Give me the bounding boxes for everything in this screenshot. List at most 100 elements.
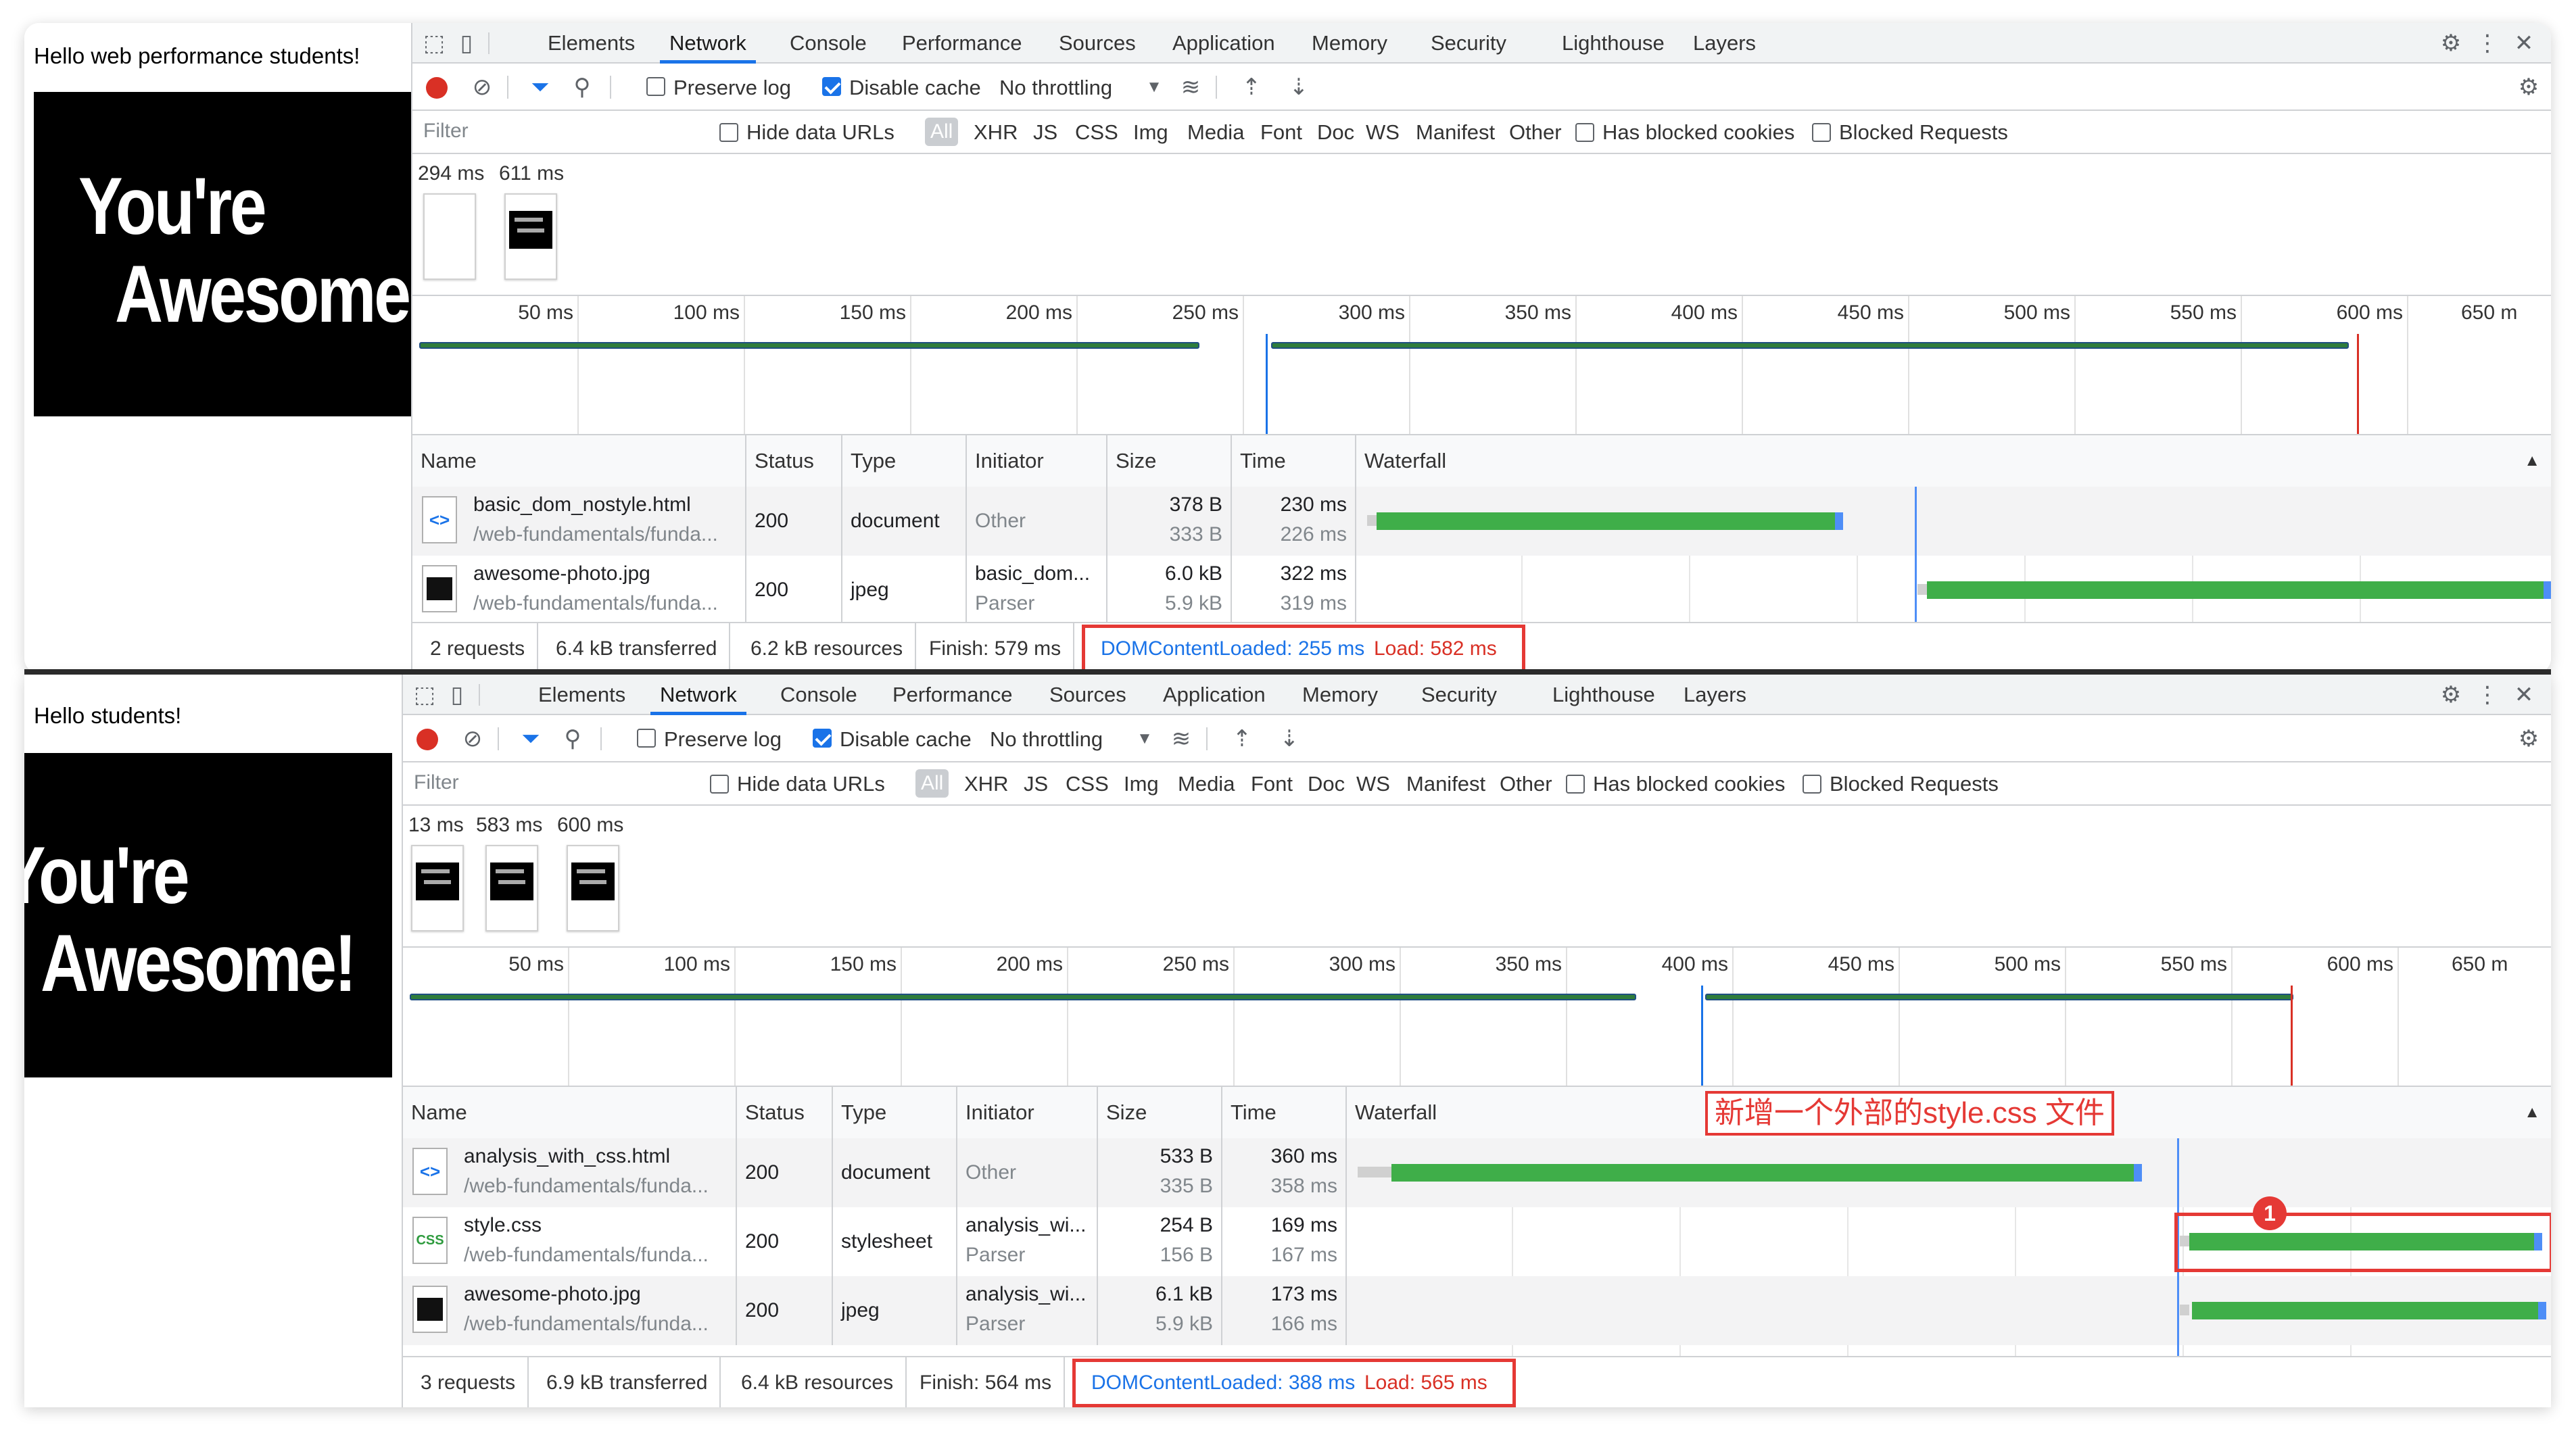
screenshot-thumbnail[interactable] <box>567 845 619 931</box>
column-initiator[interactable]: Initiator <box>967 435 1107 487</box>
throttling-select[interactable]: No throttling <box>999 76 1112 100</box>
filter-manifest[interactable]: Manifest <box>1406 772 1485 796</box>
tab-performance[interactable]: Performance <box>902 23 1022 64</box>
blocked-requests-checkbox[interactable] <box>1812 123 1831 142</box>
import-har-icon[interactable]: ⇡ <box>1229 726 1255 752</box>
inspect-element-icon[interactable]: ⬚ <box>422 31 446 55</box>
column-name[interactable]: Name <box>412 435 746 487</box>
preserve-log-checkbox[interactable] <box>637 729 656 748</box>
more-options-icon[interactable]: ⋮ <box>2475 31 2500 55</box>
tab-memory[interactable]: Memory <box>1312 23 1387 64</box>
column-size[interactable]: Size <box>1098 1087 1222 1138</box>
filter-xhr[interactable]: XHR <box>964 772 1008 796</box>
overview-timeline[interactable]: 50 ms 100 ms 150 ms 200 ms 250 ms 300 ms… <box>412 295 2551 435</box>
filter-img[interactable]: Img <box>1124 772 1159 796</box>
export-har-icon[interactable]: ⇣ <box>1286 74 1312 100</box>
device-toolbar-icon[interactable]: ▯ <box>445 683 469 707</box>
waterfall-bar[interactable] <box>1391 1164 2142 1182</box>
tab-security[interactable]: Security <box>1431 23 1506 64</box>
network-settings-icon[interactable]: ⚙ <box>2516 74 2542 100</box>
initiator-link[interactable]: basic_dom... <box>975 562 1090 585</box>
close-icon[interactable]: ✕ <box>2512 31 2536 55</box>
filter-js[interactable]: JS <box>1024 772 1048 796</box>
tab-network[interactable]: Network <box>660 23 756 64</box>
tab-layers[interactable]: Layers <box>1684 675 1746 715</box>
settings-gear-icon[interactable]: ⚙ <box>2439 683 2463 707</box>
waterfall-bar[interactable] <box>1377 512 1843 530</box>
filter-font[interactable]: Font <box>1251 772 1293 796</box>
close-icon[interactable]: ✕ <box>2512 683 2536 707</box>
tab-sources[interactable]: Sources <box>1049 675 1126 715</box>
search-icon[interactable]: ⚲ <box>569 74 595 100</box>
clear-icon[interactable]: ⊘ <box>469 74 495 100</box>
sort-ascending-icon[interactable]: ▲ <box>2524 435 2540 487</box>
chevron-down-icon[interactable]: ▼ <box>1135 727 1155 750</box>
column-status[interactable]: Status <box>746 435 842 487</box>
initiator-link[interactable]: analysis_wi... <box>965 1214 1086 1237</box>
search-icon[interactable]: ⚲ <box>560 726 586 752</box>
tab-application[interactable]: Application <box>1172 23 1275 64</box>
filter-manifest[interactable]: Manifest <box>1416 120 1495 145</box>
table-row[interactable]: awesome-photo.jpg /web-fundamentals/fund… <box>403 1276 2551 1345</box>
tab-elements[interactable]: Elements <box>538 675 625 715</box>
tab-console[interactable]: Console <box>790 23 867 64</box>
clear-icon[interactable]: ⊘ <box>460 726 485 752</box>
tab-memory[interactable]: Memory <box>1302 675 1378 715</box>
import-har-icon[interactable]: ⇡ <box>1239 74 1264 100</box>
chevron-down-icon[interactable]: ▼ <box>1144 76 1164 99</box>
filter-other[interactable]: Other <box>1509 120 1562 145</box>
table-row[interactable]: <> analysis_with_css.html /web-fundament… <box>403 1138 2551 1207</box>
column-size[interactable]: Size <box>1107 435 1232 487</box>
column-time[interactable]: Time <box>1232 435 1356 487</box>
filter-funnel-icon[interactable]: ⏷ <box>527 74 553 100</box>
waterfall-bar[interactable] <box>2192 1302 2546 1319</box>
filter-other[interactable]: Other <box>1500 772 1552 796</box>
hide-data-urls-checkbox[interactable] <box>719 123 738 142</box>
filter-doc[interactable]: Doc <box>1317 120 1354 145</box>
record-button[interactable] <box>416 729 438 750</box>
has-blocked-cookies-checkbox[interactable] <box>1575 123 1594 142</box>
filter-all-pill[interactable]: All <box>915 769 949 798</box>
tab-layers[interactable]: Layers <box>1693 23 1756 64</box>
column-name[interactable]: Name <box>403 1087 737 1138</box>
settings-gear-icon[interactable]: ⚙ <box>2439 31 2463 55</box>
has-blocked-cookies-checkbox[interactable] <box>1566 775 1585 794</box>
tab-network[interactable]: Network <box>650 675 746 715</box>
overview-timeline[interactable]: 50 ms 100 ms 150 ms 200 ms 250 ms 300 ms… <box>403 946 2551 1087</box>
network-conditions-icon[interactable]: ≋ <box>1167 726 1195 752</box>
column-status[interactable]: Status <box>737 1087 833 1138</box>
filter-img[interactable]: Img <box>1133 120 1168 145</box>
device-toolbar-icon[interactable]: ▯ <box>454 31 479 55</box>
table-row[interactable]: <> basic_dom_nostyle.html /web-fundament… <box>412 487 2551 556</box>
record-button[interactable] <box>426 77 448 99</box>
filter-ws[interactable]: WS <box>1356 772 1390 796</box>
screenshot-thumbnail[interactable] <box>504 193 557 280</box>
filter-js[interactable]: JS <box>1033 120 1057 145</box>
filter-css[interactable]: CSS <box>1075 120 1118 145</box>
network-conditions-icon[interactable]: ≋ <box>1176 74 1205 100</box>
filter-xhr[interactable]: XHR <box>974 120 1018 145</box>
tab-performance[interactable]: Performance <box>892 675 1012 715</box>
screenshot-thumbnail-blank[interactable] <box>423 193 476 280</box>
filter-all-pill[interactable]: All <box>925 118 959 146</box>
filter-input[interactable]: Filter <box>416 116 687 146</box>
column-type[interactable]: Type <box>842 435 967 487</box>
column-initiator[interactable]: Initiator <box>957 1087 1098 1138</box>
hide-data-urls-checkbox[interactable] <box>710 775 729 794</box>
filter-media[interactable]: Media <box>1187 120 1244 145</box>
disable-cache-checkbox[interactable] <box>822 77 841 96</box>
filter-css[interactable]: CSS <box>1066 772 1109 796</box>
tab-security[interactable]: Security <box>1421 675 1497 715</box>
network-settings-icon[interactable]: ⚙ <box>2516 726 2542 752</box>
tab-lighthouse[interactable]: Lighthouse <box>1562 23 1665 64</box>
tab-sources[interactable]: Sources <box>1059 23 1136 64</box>
filter-media[interactable]: Media <box>1178 772 1235 796</box>
throttling-select[interactable]: No throttling <box>990 727 1103 752</box>
tab-application[interactable]: Application <box>1163 675 1266 715</box>
filter-doc[interactable]: Doc <box>1308 772 1345 796</box>
screenshot-thumbnail[interactable] <box>485 845 538 931</box>
waterfall-bar[interactable] <box>1927 581 2551 599</box>
tab-elements[interactable]: Elements <box>548 23 635 64</box>
preserve-log-checkbox[interactable] <box>646 77 665 96</box>
tab-console[interactable]: Console <box>780 675 857 715</box>
